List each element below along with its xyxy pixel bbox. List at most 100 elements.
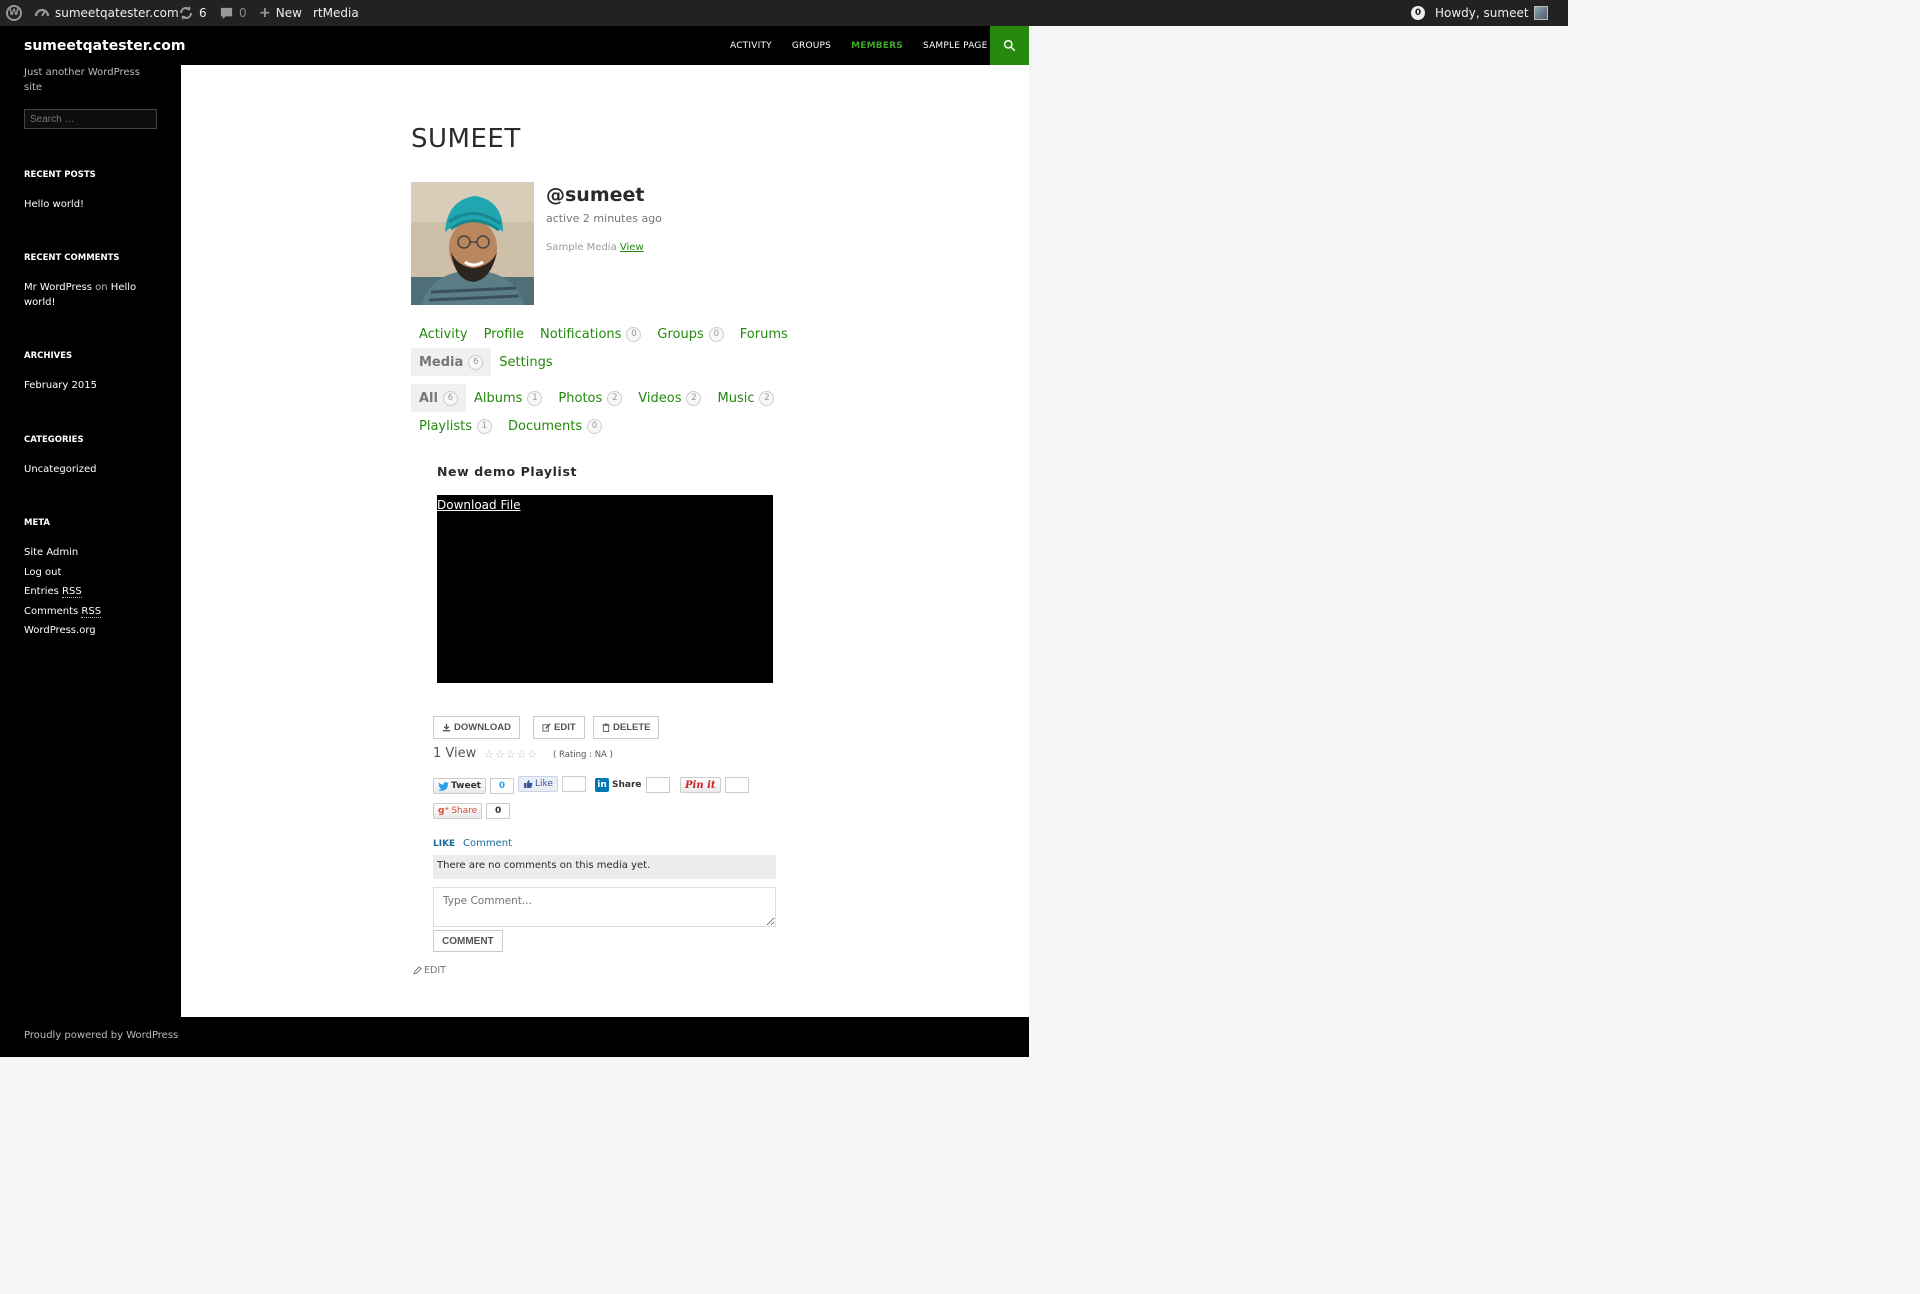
submit-comment-button[interactable]: COMMENT [433, 930, 503, 952]
entries-label: Entries [24, 586, 59, 597]
edit-media-button[interactable]: EDIT [533, 716, 585, 739]
sidebar-search-input[interactable] [24, 109, 157, 129]
tab-notifications[interactable]: Notifications 0 [532, 320, 649, 348]
tweet-button[interactable]: Tweet [433, 778, 486, 794]
subtab-videos[interactable]: Videos 2 [630, 384, 709, 412]
subtab-playlists[interactable]: Playlists 1 [411, 412, 500, 440]
wordpress-logo-menu[interactable]: W [6, 0, 22, 26]
linkedin-share-button[interactable]: in Share [595, 777, 642, 793]
rating-stars[interactable]: ☆ ☆ ☆ ☆ ☆ [484, 748, 537, 761]
rating-star-icon[interactable]: ☆ [484, 748, 494, 761]
download-file-link[interactable]: Download File [437, 498, 521, 512]
meta-comments-rss-link[interactable]: Comments RSS [24, 604, 164, 619]
media-player[interactable] [437, 495, 773, 683]
media-count-badge: 6 [468, 354, 484, 370]
nav-activity[interactable]: ACTIVITY [720, 41, 782, 51]
pinterest-button[interactable]: Pin it [680, 777, 721, 793]
tab-forums-label: Forums [739, 326, 788, 342]
tab-media-label: Media [419, 354, 464, 370]
edit-page-label: EDIT [424, 965, 446, 976]
rating-star-icon[interactable]: ☆ [528, 748, 538, 761]
linkedin-share-label: Share [612, 780, 642, 790]
tab-profile[interactable]: Profile [476, 320, 532, 348]
pinterest-label: Pin it [685, 779, 716, 791]
subtab-music[interactable]: Music 2 [709, 384, 782, 412]
category-link[interactable]: Uncategorized [24, 462, 164, 477]
notifications-count-badge: 0 [626, 326, 642, 342]
nav-groups[interactable]: GROUPS [782, 41, 841, 51]
page-margin [1029, 26, 1568, 1057]
edit-icon [542, 723, 551, 732]
no-comments-message: There are no comments on this media yet. [433, 855, 776, 879]
notifications-count: 0 [1411, 6, 1425, 20]
facebook-like-button[interactable]: Like [518, 776, 558, 792]
download-button[interactable]: DOWNLOAD [433, 716, 520, 739]
subtab-albums[interactable]: Albums 1 [466, 384, 550, 412]
subtab-documents-label: Documents [507, 418, 583, 434]
comment-media-link[interactable]: Comment [463, 838, 512, 849]
tab-groups[interactable]: Groups 0 [649, 320, 731, 348]
admin-site-name[interactable]: sumeetqatester.com [34, 0, 179, 26]
new-content-menu[interactable]: + New [259, 0, 302, 26]
comment-bubble-icon [220, 7, 233, 19]
linkedin-icon: in [595, 778, 609, 792]
recent-comment-item: Mr WordPress on Hello world! [24, 280, 164, 310]
tab-activity-label: Activity [419, 326, 468, 342]
meta-wordpress-org-link[interactable]: WordPress.org [24, 623, 164, 638]
wordpress-logo-icon: W [6, 5, 22, 21]
googleplus-share-button[interactable]: g⁺ Share [433, 803, 483, 819]
pencil-icon [413, 966, 422, 975]
subtab-all-label: All [419, 390, 438, 406]
plus-icon: + [259, 5, 271, 21]
nav-sample-page[interactable]: SAMPLE PAGE [913, 41, 998, 51]
subtab-albums-label: Albums [473, 390, 523, 406]
subtab-documents[interactable]: Documents 0 [500, 412, 610, 440]
tab-settings[interactable]: Settings [491, 348, 560, 376]
subtab-videos-label: Videos [638, 390, 682, 406]
profile-avatar[interactable] [411, 182, 534, 305]
like-media-link[interactable]: LIKE [433, 839, 455, 849]
comments-menu[interactable]: 0 [219, 0, 247, 26]
delete-button-label: DELETE [613, 722, 651, 733]
admin-site-name-label: sumeetqatester.com [55, 6, 179, 20]
updates-menu[interactable]: 6 [178, 0, 207, 26]
meta-site-admin-link[interactable]: Site Admin [24, 545, 164, 560]
archive-link[interactable]: February 2015 [24, 378, 164, 393]
rating-star-icon[interactable]: ☆ [495, 748, 505, 761]
subtab-photos[interactable]: Photos 2 [550, 384, 630, 412]
music-count-badge: 2 [759, 390, 775, 406]
trash-icon [602, 723, 610, 732]
edit-page-link[interactable]: EDIT [413, 965, 446, 976]
comment-textarea[interactable] [433, 887, 776, 927]
linkedin-share-count [645, 777, 670, 793]
videos-count-badge: 2 [686, 390, 702, 406]
meta-entries-rss-link[interactable]: Entries RSS [24, 584, 164, 599]
search-toggle-button[interactable] [990, 26, 1029, 65]
tab-forums[interactable]: Forums [732, 320, 796, 348]
latest-update-view-link[interactable]: View [620, 242, 644, 253]
profile-latest-update: Sample Media View [546, 242, 644, 253]
site-title[interactable]: sumeetqatester.com [24, 38, 185, 54]
meta-log-out-link[interactable]: Log out [24, 565, 164, 580]
delete-media-button[interactable]: DELETE [593, 716, 660, 739]
subtab-all[interactable]: All 6 [411, 384, 466, 412]
rating-star-icon[interactable]: ☆ [517, 748, 527, 761]
albums-count-badge: 1 [527, 390, 543, 406]
admin-bar: W sumeetqatester.com 6 0 + New rtMedia 0… [0, 0, 1568, 26]
notifications-menu[interactable]: 0 [1411, 0, 1425, 26]
howdy-label: Howdy, sumeet [1435, 6, 1529, 20]
comments-label: Comments [24, 606, 79, 617]
my-account-menu[interactable]: Howdy, sumeet [1435, 0, 1548, 26]
recent-comment-author-link[interactable]: Mr WordPress [24, 282, 92, 293]
tab-activity[interactable]: Activity [411, 320, 476, 348]
footer-credit[interactable]: Proudly powered by WordPress [24, 1030, 178, 1041]
rating-star-icon[interactable]: ☆ [506, 748, 516, 761]
recent-post-link[interactable]: Hello world! [24, 197, 164, 212]
meta-title: META [24, 518, 50, 528]
tab-media[interactable]: Media 6 [411, 348, 492, 376]
edit-button-label: EDIT [554, 722, 576, 733]
tweet-count: 0 [489, 778, 514, 794]
playlists-count-badge: 1 [476, 418, 492, 434]
nav-members[interactable]: MEMBERS [841, 41, 913, 51]
rtmedia-menu[interactable]: rtMedia [313, 0, 359, 26]
